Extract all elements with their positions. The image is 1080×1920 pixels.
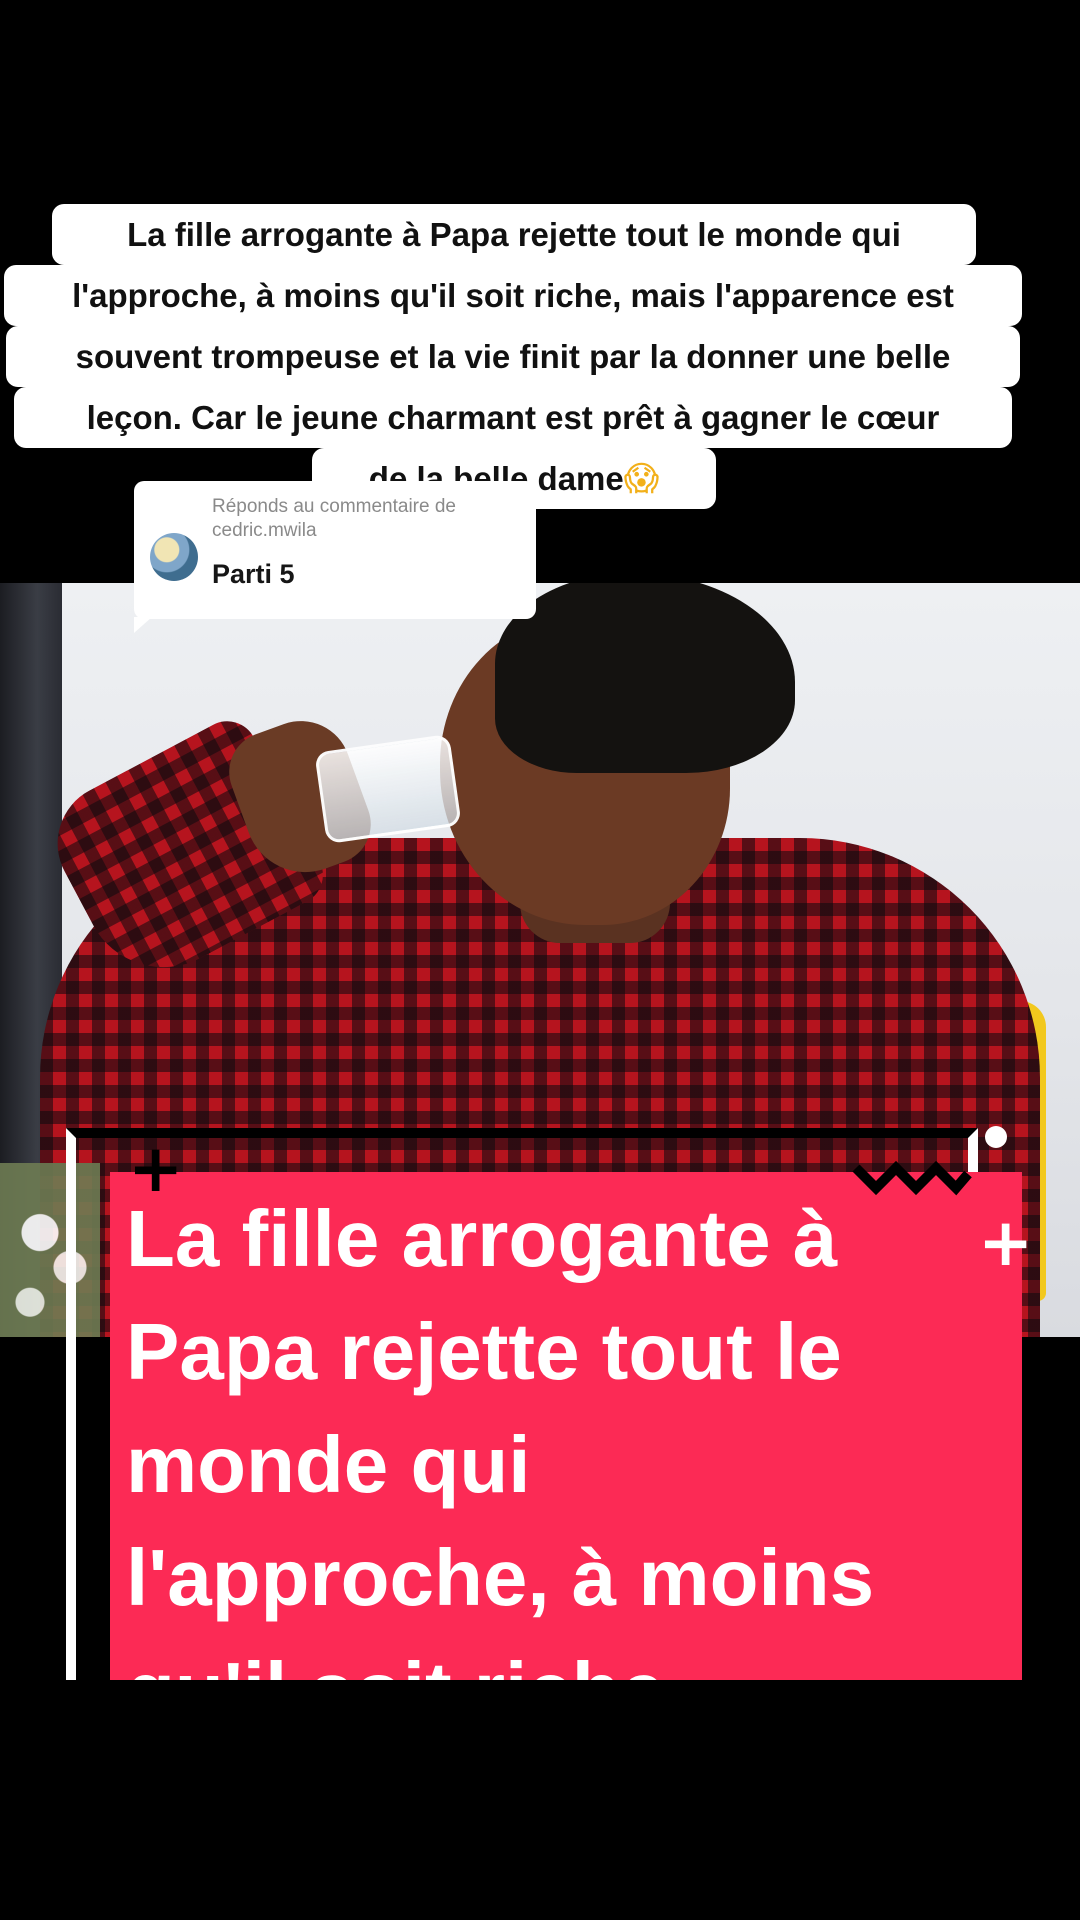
caption-line-2: l'approche, à moins qu'il soit riche, ma… <box>4 265 1022 326</box>
reply-comment-sticker[interactable]: Réponds au commentaire de cedric.mwila P… <box>134 481 536 633</box>
plus-decoration-icon: + <box>128 1130 184 1207</box>
promo-card: La fille arrogante à Papa rejette tout l… <box>110 1172 1022 1680</box>
caption-line-1: La fille arrogante à Papa rejette tout l… <box>52 204 976 265</box>
drinking-glass <box>314 733 462 845</box>
reply-label: Réponds au commentaire de cedric.mwila <box>212 496 456 541</box>
reply-comment-text: Parti 5 <box>212 559 295 589</box>
scream-emoji-icon: 😱 <box>623 459 660 499</box>
plus-decoration-icon: + <box>978 1204 1034 1281</box>
commenter-avatar <box>150 533 198 581</box>
caption-line-3: souvent trompeuse et la vie finit par la… <box>6 326 1020 387</box>
bottom-black-area <box>0 1680 1080 1920</box>
promo-title: La fille arrogante à Papa rejette tout l… <box>126 1194 875 1680</box>
dot-decoration-icon <box>985 1126 1007 1148</box>
zigzag-decoration-icon <box>852 1160 972 1196</box>
caption-line-4: leçon. Car le jeune charmant est prêt à … <box>14 387 1012 448</box>
person-hair <box>495 583 795 773</box>
